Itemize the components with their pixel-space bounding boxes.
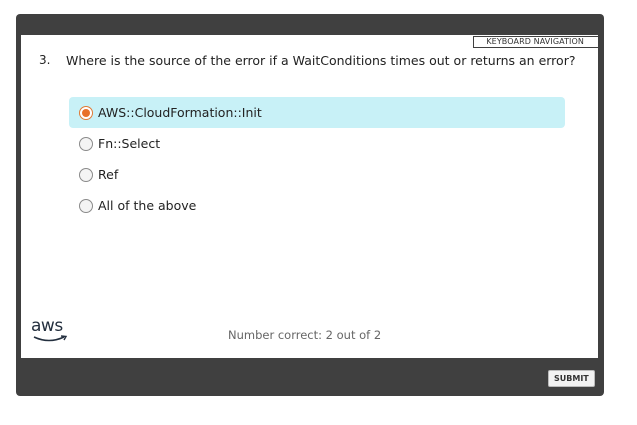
aws-logo-text: aws [31, 316, 63, 336]
radio-unselected-icon[interactable] [79, 198, 93, 213]
answer-option-label: All of the above [98, 198, 197, 213]
question-number: 3. [39, 53, 51, 67]
keyboard-navigation-button[interactable]: KEYBOARD NAVIGATION [473, 36, 598, 48]
aws-smile-icon [33, 335, 68, 342]
question-text: Where is the source of the error if a Wa… [66, 53, 576, 68]
submit-button[interactable]: SUBMIT [548, 370, 595, 387]
radio-unselected-icon[interactable] [79, 167, 93, 182]
answer-option[interactable]: Ref [69, 159, 565, 190]
answer-option[interactable]: All of the above [69, 190, 565, 221]
answer-options: AWS::CloudFormation::Init Fn::Select Ref… [69, 97, 565, 221]
answer-option-label: Fn::Select [98, 136, 161, 151]
answer-option-label: AWS::CloudFormation::Init [98, 105, 262, 120]
score-text: Number correct: 2 out of 2 [228, 328, 382, 342]
question-panel: KEYBOARD NAVIGATION 3. Where is the sour… [21, 35, 598, 358]
radio-unselected-icon[interactable] [79, 136, 93, 151]
answer-option-label: Ref [98, 167, 119, 182]
answer-option[interactable]: AWS::CloudFormation::Init [69, 97, 565, 128]
aws-logo-icon: aws [31, 318, 71, 346]
answer-option[interactable]: Fn::Select [69, 128, 565, 159]
radio-selected-icon[interactable] [79, 105, 93, 120]
